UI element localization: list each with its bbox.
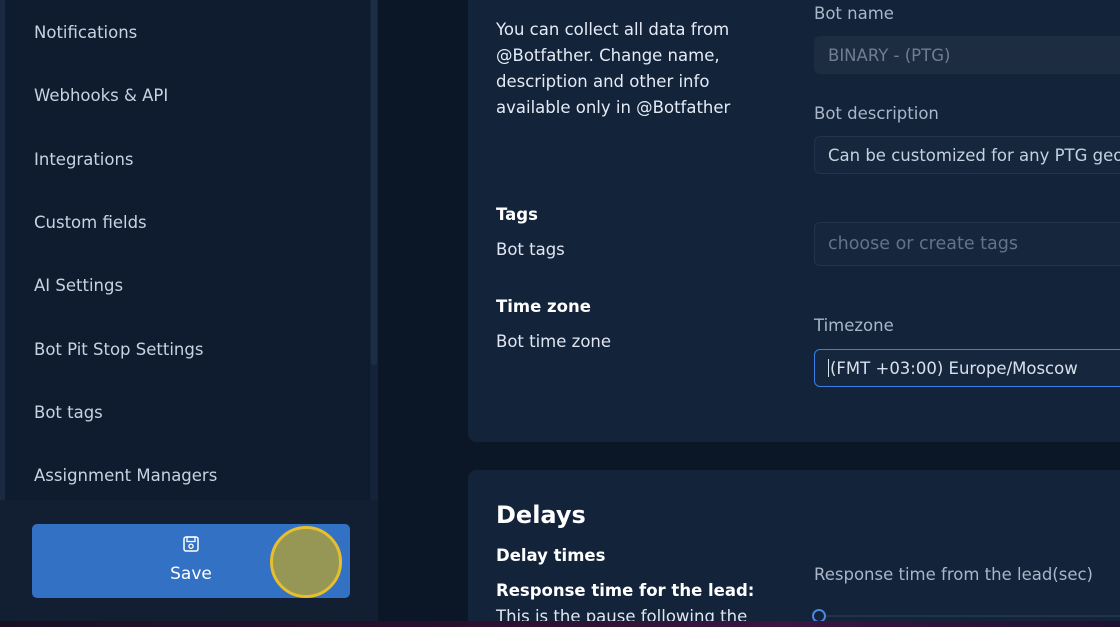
- tags-section-title: Tags: [496, 205, 538, 224]
- time-zone-section-subtitle: Bot time zone: [496, 332, 612, 351]
- save-icon: [183, 536, 199, 552]
- timezone-select[interactable]: (FMT +03:00) Europe/Moscow: [814, 349, 1120, 387]
- bot-description-field[interactable]: Can be customized for any PTG geo: [814, 136, 1120, 174]
- tags-input[interactable]: choose or create tags: [814, 222, 1120, 266]
- tags-section-subtitle: Bot tags: [496, 240, 565, 259]
- timezone-value: (FMT +03:00) Europe/Moscow: [830, 359, 1078, 378]
- sidebar-edge: [0, 0, 5, 500]
- delay-times-subtitle: Delay times: [496, 546, 606, 565]
- app-root: Notifications Webhooks & API Integration…: [0, 0, 1120, 627]
- response-time-description: Response time for the lead: This is the …: [496, 578, 776, 627]
- response-time-slider-track[interactable]: [826, 615, 1120, 617]
- sidebar-item-ai-settings[interactable]: AI Settings: [34, 276, 123, 302]
- general-description: You can collect all data from @Botfather…: [496, 20, 731, 117]
- response-time-label: Response time from the lead(sec): [814, 565, 1093, 584]
- sidebar-item-custom-fields[interactable]: Custom fields: [34, 213, 147, 239]
- timezone-label: Timezone: [814, 316, 894, 335]
- sidebar-scrollbar-thumb[interactable]: [371, 0, 377, 365]
- bot-name-label: Bot name: [814, 4, 894, 23]
- sidebar-item-webhooks-api[interactable]: Webhooks & API: [34, 86, 168, 112]
- bottom-edge-strip: [0, 621, 1120, 627]
- sidebar-item-bot-pit-stop-settings[interactable]: Bot Pit Stop Settings: [34, 340, 203, 366]
- delays-title: Delays: [496, 501, 586, 529]
- bot-name-field: BINARY - (PTG): [814, 36, 1120, 74]
- sidebar-item-integrations[interactable]: Integrations: [34, 150, 134, 176]
- sidebar-item-notifications[interactable]: Notifications: [34, 23, 137, 49]
- response-time-bold-label: Response time for the lead:: [496, 581, 755, 600]
- sidebar-item-assignment-managers[interactable]: Assignment Managers: [34, 466, 217, 492]
- text-cursor: [828, 359, 829, 377]
- time-zone-section-title: Time zone: [496, 297, 591, 316]
- click-indicator: [270, 526, 342, 598]
- sidebar-item-bot-tags[interactable]: Bot tags: [34, 403, 103, 429]
- bot-description-label: Bot description: [814, 104, 939, 123]
